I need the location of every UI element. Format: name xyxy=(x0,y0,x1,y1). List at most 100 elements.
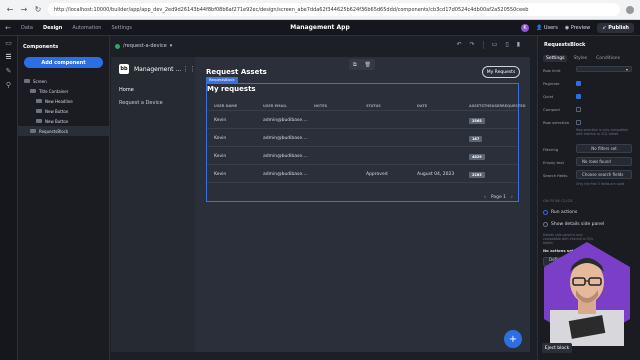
screen-route: /request-a-device xyxy=(123,43,167,49)
tree-item-label: New Button xyxy=(45,108,69,114)
tab-settings[interactable]: Settings xyxy=(106,25,137,31)
table-title: My requests xyxy=(207,85,256,93)
tree-item-new-headline[interactable]: New Headline xyxy=(18,96,109,106)
tab-conditions[interactable]: Conditions xyxy=(593,55,623,62)
requests-block[interactable]: My requests USER NAME USER EMAIL NOTES S… xyxy=(206,83,526,202)
divider xyxy=(482,41,484,49)
publish-label: Publish xyxy=(608,25,629,31)
filtering-button[interactable]: No filters set xyxy=(576,144,632,153)
table-row[interactable]: Kevin admin@budibase.... Approved August… xyxy=(207,167,518,183)
screens-icon[interactable]: ▭ xyxy=(0,36,17,50)
tab-automation[interactable]: Automation xyxy=(67,25,106,31)
next-page-icon[interactable]: › xyxy=(511,195,513,200)
tree-item-label: Title Container xyxy=(39,88,69,94)
col-assets[interactable]: ASSETSTHEUSERREQUESTED xyxy=(469,104,526,108)
preview-label: Preview xyxy=(570,25,591,31)
user-avatar[interactable]: K xyxy=(521,24,530,32)
cell-name: Kevin xyxy=(214,136,227,141)
reload-icon[interactable]: ↻ xyxy=(34,5,42,14)
table-row[interactable]: Kevin admin@budibase.... 187 xyxy=(207,131,518,147)
add-component-button[interactable]: Add component xyxy=(24,57,103,68)
tab-styles[interactable]: Styles xyxy=(570,55,590,62)
desktop-icon[interactable]: ▭ xyxy=(492,41,498,49)
paginate-label: Paginate xyxy=(543,81,560,86)
forward-arrow-icon[interactable]: → xyxy=(20,5,28,14)
tab-settings-panel[interactable]: Settings xyxy=(543,55,568,62)
col-user-email[interactable]: USER EMAIL xyxy=(263,104,287,108)
show-details-radio[interactable]: Show details side panel xyxy=(543,222,604,227)
search-fields-hint: Only the first 5 fields are used xyxy=(576,182,625,186)
app-logo: bb xyxy=(119,64,129,74)
tree-item-new-button[interactable]: New Button xyxy=(18,106,109,116)
quiet-checkbox[interactable] xyxy=(576,94,581,99)
components-icon[interactable]: ☰ xyxy=(0,50,17,64)
paginate-checkbox[interactable] xyxy=(576,81,581,86)
back-icon[interactable]: ← xyxy=(0,24,16,32)
add-fab-button[interactable]: + xyxy=(504,330,522,348)
row-selection-checkbox[interactable] xyxy=(576,120,581,125)
grid-menu-icon[interactable]: ⋮⋮ xyxy=(182,65,196,73)
tree-item-title-container[interactable]: Title Container xyxy=(18,86,109,96)
redo-icon[interactable]: ↷ xyxy=(470,41,475,49)
button-icon xyxy=(36,109,42,113)
canvas-toolbar: /request-a-device ▾ ↶ ↷ ▭ ▯ ▮ xyxy=(110,36,530,56)
component-floating-toolbar: ⧉ 🗑 xyxy=(349,59,375,70)
page-label: Page 1 xyxy=(490,195,506,200)
table-row[interactable]: Kevin admin@budibase.... 4829 xyxy=(207,149,518,165)
cell-email: admin@budibase.... xyxy=(263,172,308,177)
preview-button[interactable]: ◉ Preview xyxy=(565,25,590,31)
compact-checkbox[interactable] xyxy=(576,107,581,112)
button-icon xyxy=(36,119,42,123)
back-arrow-icon[interactable]: ← xyxy=(6,5,14,14)
run-actions-radio[interactable]: Run actions xyxy=(543,210,577,215)
tree-item-label: New Button xyxy=(45,118,69,124)
publish-button[interactable]: ➶ Publish xyxy=(597,23,634,33)
app-name: Management ... xyxy=(134,66,182,73)
app-sidebar: bb Management ... ⋮⋮ Home Request a Devi… xyxy=(111,57,196,352)
undo-icon[interactable]: ↶ xyxy=(457,41,462,49)
tree-item-requests-block[interactable]: RequestsBlock xyxy=(18,126,109,136)
screen-selector[interactable]: /request-a-device ▾ xyxy=(115,43,172,49)
tree-item-screen[interactable]: Screen xyxy=(18,76,109,86)
builder-topbar: ← Data Design Automation Settings Manage… xyxy=(0,20,640,36)
selected-component-title: RequestsBlock xyxy=(544,42,586,48)
duplicate-icon[interactable]: ⧉ xyxy=(353,62,357,68)
row-selection-hint: Row selection is only compatible with in… xyxy=(576,128,629,136)
tree-item-new-button-2[interactable]: New Button xyxy=(18,116,109,126)
profile-icon[interactable] xyxy=(626,5,634,14)
address-bar[interactable]: http://localhost:10000/builder/app/app_d… xyxy=(48,3,620,16)
col-user-name[interactable]: USER NAME xyxy=(214,104,237,108)
nav-request-device[interactable]: Request a Device xyxy=(119,100,163,106)
row-limit-field[interactable]: ▾ xyxy=(576,66,632,72)
table-row[interactable]: Kevin admin@budibase.... 2565 xyxy=(207,113,518,129)
filtering-label: Filtering xyxy=(543,147,559,152)
tab-design[interactable]: Design xyxy=(38,25,67,31)
nav-home[interactable]: Home xyxy=(119,87,134,93)
eject-block-button[interactable]: Eject block xyxy=(542,343,572,353)
cell-name: Kevin xyxy=(214,154,227,159)
theme-icon[interactable]: ✎ xyxy=(0,64,17,78)
chevron-down-icon: ▾ xyxy=(625,66,628,72)
screen-icon xyxy=(24,79,30,83)
col-status[interactable]: STATUS xyxy=(366,104,381,108)
page-title[interactable]: Request Assets xyxy=(206,68,267,76)
link-icon[interactable]: ⚲ xyxy=(0,78,17,92)
status-dot-icon xyxy=(115,43,120,49)
tablet-icon[interactable]: ▯ xyxy=(505,41,508,49)
pagination: ‹ Page 1 › xyxy=(484,195,513,200)
col-notes[interactable]: NOTES xyxy=(314,104,327,108)
cell-email: admin@budibase.... xyxy=(263,136,308,141)
col-date[interactable]: DATE xyxy=(417,104,427,108)
search-fields-label: Search fields xyxy=(543,173,568,178)
row-selection-label: Row selection xyxy=(543,120,570,125)
webcam-overlay xyxy=(544,242,630,346)
components-panel: Components Add component Screen Title Co… xyxy=(18,36,110,360)
my-requests-button[interactable]: My Requests xyxy=(482,66,520,78)
mobile-icon[interactable]: ▮ xyxy=(517,41,520,49)
empty-text-input[interactable]: No rows found xyxy=(576,157,632,166)
tab-data[interactable]: Data xyxy=(16,25,38,31)
users-button[interactable]: 👤 Users xyxy=(536,25,558,31)
search-fields-select[interactable]: Choose search fields xyxy=(576,170,632,179)
trash-icon[interactable]: 🗑 xyxy=(365,62,371,68)
prev-page-icon[interactable]: ‹ xyxy=(484,195,486,200)
